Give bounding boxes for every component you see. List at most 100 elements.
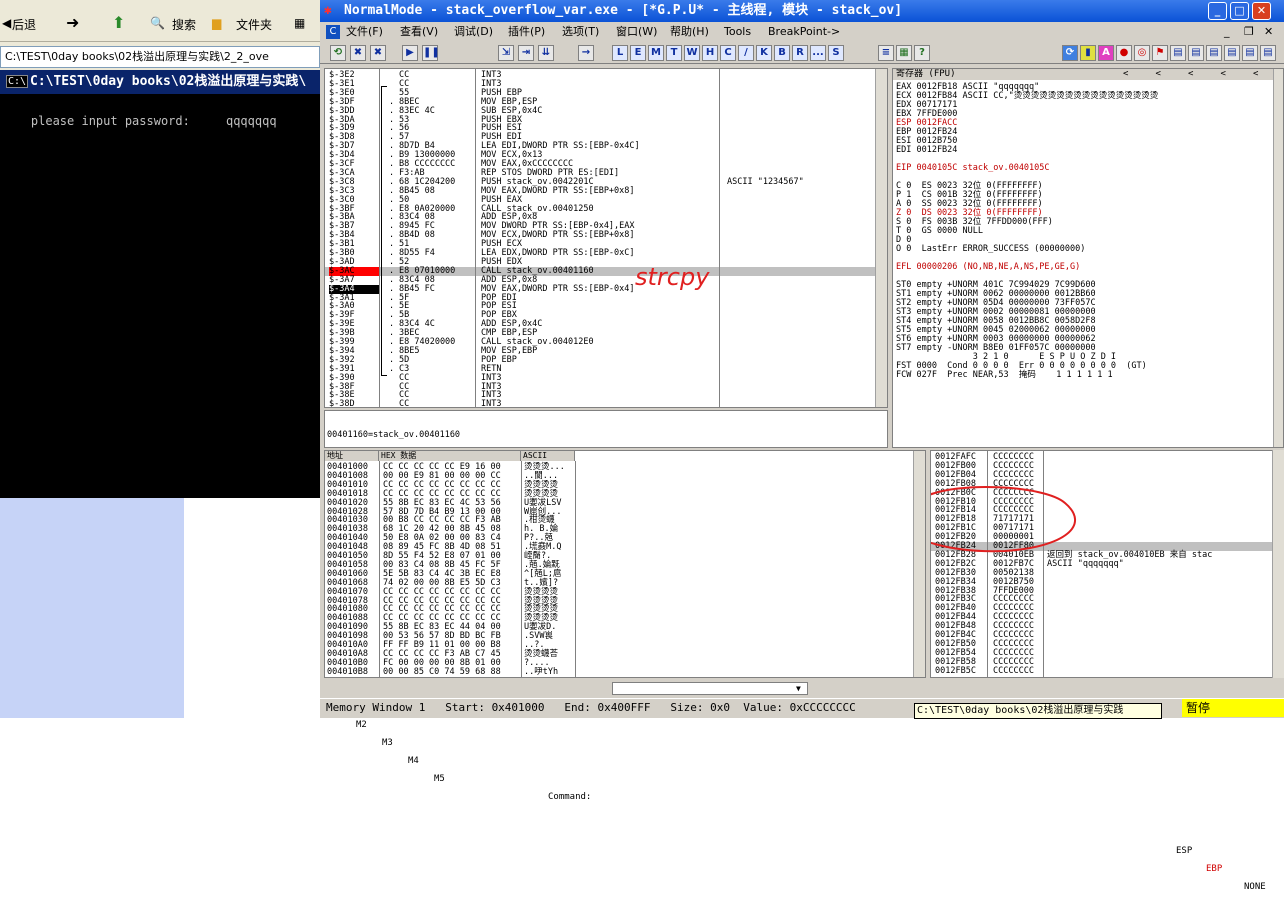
execute-till-return-icon[interactable]: → — [578, 45, 594, 61]
help-icon[interactable]: ? — [914, 45, 930, 61]
plugin2-icon[interactable]: A — [1098, 45, 1114, 61]
call-stack-button[interactable]: K — [756, 45, 772, 61]
back-icon[interactable]: ◀ — [2, 16, 11, 30]
views-icon[interactable]: ▦ — [294, 16, 305, 30]
stack-row[interactable]: 0012FB38 7FFDE000 — [931, 586, 1273, 596]
disassembly-pane[interactable]: $-3E2 CC INT3 $-3E1 CC INT3 $-3E0 55 PUSH EBP $-3… — [324, 68, 888, 408]
references-button[interactable]: R — [792, 45, 808, 61]
layout4-icon[interactable]: ▤ — [1224, 45, 1240, 61]
grid-icon[interactable]: ▦ — [896, 45, 912, 61]
close-button[interactable]: ✕ — [1252, 2, 1271, 20]
source-button[interactable]: S — [828, 45, 844, 61]
windows-button[interactable]: W — [684, 45, 700, 61]
reg-tab-esp[interactable]: ESP — [1176, 842, 1192, 860]
close-debug-icon[interactable]: ✖ — [370, 45, 386, 61]
trace-into-icon[interactable]: ⇊ — [538, 45, 554, 61]
dump-scrollbar[interactable] — [913, 451, 925, 677]
layout2-icon[interactable]: ▤ — [1188, 45, 1204, 61]
register-row[interactable]: FCW 027F Prec NEAR,53 掩码 1 1 1 1 1 1 — [896, 371, 1113, 380]
stack-row[interactable]: 0012FB3C CCCCCCCC — [931, 595, 1273, 604]
disasm-row[interactable]: $-38D CC INT3 — [325, 400, 875, 407]
tab-m4[interactable]: M4 — [408, 752, 419, 770]
refresh-icon[interactable]: ⟳ — [1062, 45, 1078, 61]
stack-row[interactable]: 0012FB54 CCCCCCCC — [931, 648, 1273, 658]
stack-row[interactable]: 0012FB00 CCCCCCCC — [931, 461, 1273, 471]
console-input[interactable]: qqqqqqq — [226, 114, 277, 128]
stack-row[interactable]: 0012FB40 CCCCCCCC — [931, 604, 1273, 613]
stack-row[interactable]: 0012FB48 CCCCCCCC — [931, 622, 1273, 631]
menu-window[interactable]: 窗口(W) — [616, 22, 657, 42]
reg-tab-none[interactable]: NONE — [1244, 878, 1266, 896]
tab-m3[interactable]: M3 — [382, 734, 393, 752]
minimize-button[interactable]: _ — [1208, 2, 1227, 20]
menu-file[interactable]: 文件(F) — [346, 22, 383, 42]
stack-row[interactable]: 0012FB2C 0012FB7C ASCII "qqqqqqq" — [931, 559, 1273, 569]
stack-row[interactable]: 0012FB30 00502138 — [931, 568, 1273, 578]
menu-breakpoint[interactable]: BreakPoint-> — [768, 22, 840, 42]
pause-icon[interactable]: ❚❚ — [422, 45, 440, 61]
stack-row[interactable]: 0012FB4C CCCCCCCC — [931, 631, 1273, 640]
menu-help[interactable]: 帮助(H) — [670, 22, 709, 42]
menu-tools[interactable]: Tools — [724, 22, 751, 42]
register-nav[interactable]: < < < < < — [1123, 69, 1258, 80]
patches-button[interactable]: / — [738, 45, 754, 61]
flag-icon[interactable]: ⚑ — [1152, 45, 1168, 61]
step-over-icon[interactable]: ⇥ — [518, 45, 534, 61]
registers-pane[interactable]: 寄存器 (FPU) < < < < < EAX 0012FB18 ASCII "… — [892, 68, 1284, 448]
menu-view[interactable]: 查看(V) — [400, 22, 438, 42]
step-into-icon[interactable]: ⇲ — [498, 45, 514, 61]
folders-button[interactable]: 文件夹 — [236, 16, 272, 33]
memory-dump-pane[interactable]: 地址 HEX 数据 ASCII 00401000 CC CC CC CC CC E… — [324, 450, 926, 678]
stack-row[interactable]: 0012FAFC CCCCCCCC — [931, 453, 1273, 462]
layout1-icon[interactable]: ▤ — [1170, 45, 1186, 61]
memory-button[interactable]: M — [648, 45, 664, 61]
maximize-button[interactable]: □ — [1230, 2, 1249, 20]
cpu-button[interactable]: C — [720, 45, 736, 61]
stack-scrollbar[interactable] — [1272, 450, 1284, 678]
forward-icon[interactable]: ➜ — [66, 13, 79, 32]
reg-tab-ebp[interactable]: EBP — [1206, 860, 1222, 878]
stack-row[interactable]: 0012FB34 0012B750 — [931, 577, 1273, 587]
record-icon[interactable]: ● — [1116, 45, 1132, 61]
mdi-restore[interactable]: ❐ — [1244, 22, 1254, 42]
layout6-icon[interactable]: ▤ — [1260, 45, 1276, 61]
address-bar[interactable]: C:\TEST\0day books\02栈溢出原理与实践\2_2_ove — [0, 46, 320, 68]
register-row[interactable]: EFL 00000206 (NO,NB,NE,A,NS,PE,GE,G) — [896, 263, 1080, 272]
registers-scrollbar[interactable] — [1273, 69, 1283, 447]
up-folder-icon[interactable]: ⬆ — [112, 13, 125, 32]
modules-button[interactable]: E — [630, 45, 646, 61]
plugin1-icon[interactable]: ▮ — [1080, 45, 1096, 61]
breakpoints-button[interactable]: B — [774, 45, 790, 61]
mdi-minimize[interactable]: _ — [1224, 22, 1230, 42]
register-row[interactable]: EIP 0040105C stack_ov.0040105C — [896, 164, 1050, 173]
stack-pane[interactable]: 0012FAFC CCCCCCCC 0012FB00 CCCCCCCC 0012FB04… — [930, 450, 1274, 678]
search-button[interactable]: 搜索 — [172, 16, 196, 33]
run-icon[interactable]: ▶ — [402, 45, 418, 61]
threads-button[interactable]: T — [666, 45, 682, 61]
layout3-icon[interactable]: ▤ — [1206, 45, 1222, 61]
open-icon[interactable]: ⟲ — [330, 45, 346, 61]
layout5-icon[interactable]: ▤ — [1242, 45, 1258, 61]
tab-m5[interactable]: M5 — [434, 770, 445, 788]
tab-m2[interactable]: M2 — [356, 716, 367, 734]
run-trace-button[interactable]: ... — [810, 45, 826, 61]
dump-row[interactable]: 004010B8 00 00 85 C0 74 59 68 88 ..吚tYh — [325, 667, 911, 677]
mdi-close[interactable]: ✕ — [1264, 22, 1273, 42]
menu-options[interactable]: 选项(T) — [562, 22, 599, 42]
back-button[interactable]: 后退 — [12, 16, 36, 33]
stack-row[interactable]: 0012FB58 CCCCCCCC — [931, 657, 1273, 667]
stack-row[interactable]: 0012FB44 CCCCCCCC — [931, 613, 1273, 622]
command-dropdown-icon[interactable]: ▼ — [796, 680, 801, 698]
handles-button[interactable]: H — [702, 45, 718, 61]
target-icon[interactable]: ◎ — [1134, 45, 1150, 61]
list-icon[interactable]: ≡ — [878, 45, 894, 61]
stack-row[interactable]: 0012FB5C CCCCCCCC — [931, 666, 1273, 676]
menu-debug[interactable]: 调试(D) — [454, 22, 493, 42]
register-row[interactable]: EDI 0012FB24 — [896, 146, 957, 155]
command-input[interactable] — [612, 682, 808, 695]
stack-row[interactable]: 0012FB50 CCCCCCCC — [931, 639, 1273, 649]
register-row[interactable]: O 0 LastErr ERROR_SUCCESS (00000000) — [896, 245, 1085, 254]
menu-plugins[interactable]: 插件(P) — [508, 22, 545, 42]
disassembly-scrollbar[interactable] — [875, 69, 887, 407]
log-window-button[interactable]: L — [612, 45, 628, 61]
